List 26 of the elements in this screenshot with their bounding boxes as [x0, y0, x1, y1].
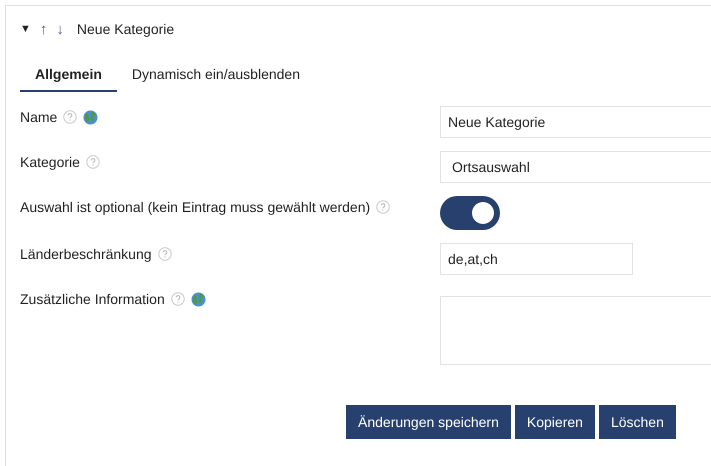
help-icon[interactable] — [158, 247, 172, 261]
action-button[interactable]: Löschen — [598, 405, 676, 439]
category-title: Neue Kategorie — [76, 21, 174, 37]
help-icon[interactable] — [63, 110, 78, 124]
collapse-toggle[interactable]: ▼ — [20, 23, 31, 35]
text-field[interactable]: de,at,ch — [440, 243, 633, 275]
globe-icon — [190, 292, 206, 306]
help-icon[interactable] — [376, 200, 390, 214]
field-label: Name — [20, 109, 58, 125]
text-area[interactable] — [440, 296, 711, 365]
field-label: Zusätzliche Information — [20, 291, 165, 307]
help-icon[interactable] — [170, 292, 185, 306]
toggle-switch[interactable] — [440, 196, 500, 230]
move-up-link[interactable]: ↑ — [40, 20, 48, 38]
text-field[interactable]: Neue Kategorie — [440, 106, 711, 138]
tab[interactable]: Dynamisch ein/ausblenden — [116, 58, 316, 92]
globe-icon — [83, 110, 98, 124]
action-button[interactable]: Änderungen speichern — [346, 405, 511, 439]
help-icon[interactable] — [86, 155, 100, 169]
select-field[interactable]: Ortsauswahl — [440, 151, 711, 183]
field-label: Auswahl ist optional (kein Eintrag muss gewählt werden) — [20, 199, 370, 215]
action-button[interactable]: Kopieren — [514, 405, 595, 439]
move-down-link[interactable]: ↓ — [56, 20, 64, 38]
tab[interactable]: Allgemein — [20, 58, 117, 92]
field-label: Länderbeschränkung — [20, 246, 152, 262]
field-label: Kategorie — [20, 154, 80, 170]
